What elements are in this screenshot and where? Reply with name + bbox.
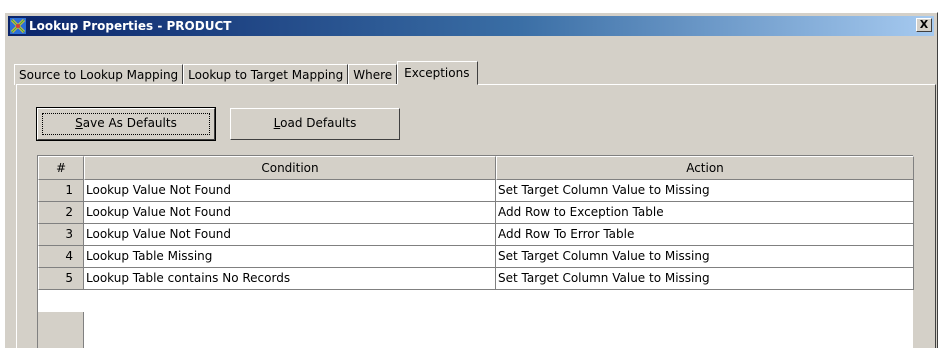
action-cell[interactable]: Set Target Column Value to Missing [496, 246, 914, 268]
header-action[interactable]: Action [496, 156, 914, 180]
condition-cell[interactable]: Lookup Table contains No Records [84, 268, 496, 290]
condition-cell[interactable]: Lookup Value Not Found [84, 180, 496, 202]
grid-header: # Condition Action [38, 156, 914, 180]
action-cell[interactable]: Add Row To Error Table [496, 224, 914, 246]
exceptions-grid[interactable]: # Condition Action 1 Lookup Value Not Fo… [37, 155, 914, 348]
table-row[interactable]: 4 Lookup Table Missing Set Target Column… [38, 246, 914, 268]
row-number[interactable]: 3 [38, 224, 84, 246]
close-button[interactable]: X [916, 18, 932, 32]
table-row[interactable]: 1 Lookup Value Not Found Set Target Colu… [38, 180, 914, 202]
condition-cell[interactable]: Lookup Table Missing [84, 246, 496, 268]
focus-rectangle [42, 113, 210, 135]
action-cell[interactable]: Set Target Column Value to Missing [496, 268, 914, 290]
header-condition[interactable]: Condition [84, 156, 496, 180]
window-title: Lookup Properties - PRODUCT [29, 19, 232, 33]
title-bar[interactable]: Lookup Properties - PRODUCT X [8, 16, 934, 36]
save-as-defaults-button[interactable]: Save As Defaults [36, 107, 216, 141]
lookup-properties-dialog: Lookup Properties - PRODUCT X Source to … [4, 12, 938, 348]
tab-exceptions[interactable]: Exceptions [397, 61, 479, 85]
load-defaults-label: oad Defaults [280, 116, 357, 130]
load-defaults-button[interactable]: Load Defaults [230, 108, 400, 140]
row-number[interactable]: 4 [38, 246, 84, 268]
close-icon: X [919, 18, 929, 31]
header-row-number[interactable]: # [38, 156, 84, 180]
table-row[interactable]: 3 Lookup Value Not Found Add Row To Erro… [38, 224, 914, 246]
condition-cell[interactable]: Lookup Value Not Found [84, 224, 496, 246]
table-row[interactable]: 2 Lookup Value Not Found Add Row to Exce… [38, 202, 914, 224]
row-header-filler [38, 312, 84, 348]
tab-strip: Source to Lookup Mapping Lookup to Targe… [14, 61, 479, 85]
row-number[interactable]: 2 [38, 202, 84, 224]
etl-process-icon [10, 18, 26, 34]
tab-lookup-to-target-mapping[interactable]: Lookup to Target Mapping [183, 64, 349, 85]
row-number[interactable]: 5 [38, 268, 84, 290]
tab-where[interactable]: Where [348, 64, 398, 85]
condition-cell[interactable]: Lookup Value Not Found [84, 202, 496, 224]
tab-source-to-lookup-mapping[interactable]: Source to Lookup Mapping [14, 64, 184, 85]
action-cell[interactable]: Set Target Column Value to Missing [496, 180, 914, 202]
row-number[interactable]: 1 [38, 180, 84, 202]
action-cell[interactable]: Add Row to Exception Table [496, 202, 914, 224]
table-row[interactable]: 5 Lookup Table contains No Records Set T… [38, 268, 914, 290]
